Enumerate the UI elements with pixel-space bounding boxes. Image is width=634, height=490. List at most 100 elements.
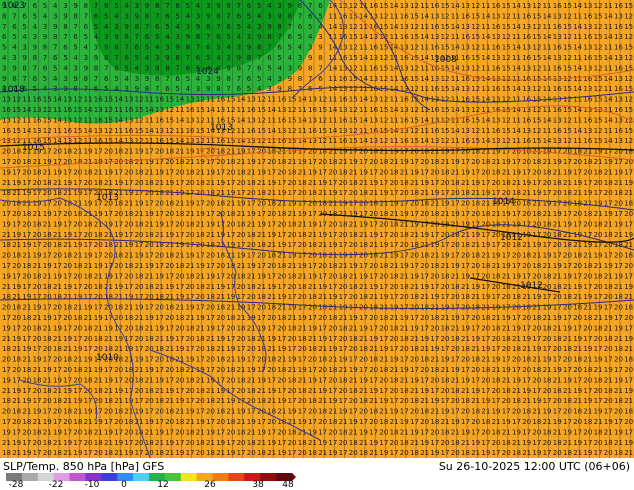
temperature-value: 21 [369, 345, 378, 353]
temperature-value: 6 [94, 12, 99, 20]
temperature-value: 21 [277, 408, 286, 416]
temperature-value: 18 [481, 314, 490, 322]
temperature-value: 18 [216, 408, 225, 416]
temperature-value: 12 [594, 64, 603, 72]
temperature-value: 18 [379, 210, 388, 218]
temperature-value: 18 [553, 179, 562, 187]
temperature-value: 21 [481, 252, 490, 260]
temperature-value: 19 [175, 241, 184, 249]
temperature-value: 18 [369, 252, 378, 260]
temperature-value: 21 [124, 408, 133, 416]
temperature-value: 18 [196, 231, 205, 239]
temperature-value: 19 [492, 356, 501, 364]
temperature-value: 20 [237, 335, 246, 343]
temperature-value: 3 [145, 64, 149, 72]
temperature-value: 19 [206, 220, 215, 228]
temperature-value: 12 [196, 116, 205, 124]
temperature-value: 17 [165, 428, 174, 436]
temperature-value: 16 [2, 106, 11, 114]
temperature-value: 18 [502, 179, 511, 187]
temperature-value: 19 [502, 314, 511, 322]
temperature-value: 18 [420, 252, 429, 260]
temperature-value: 17 [84, 241, 93, 249]
temperature-value: 19 [543, 252, 552, 260]
temperature-value: 5 [257, 2, 261, 10]
temperature-value: 20 [124, 324, 133, 332]
temperature-value: 14 [481, 137, 490, 145]
temperature-value: 18 [492, 376, 501, 384]
temperature-value: 20 [359, 148, 368, 156]
temperature-value: 20 [288, 335, 297, 343]
temperature-value: 17 [94, 252, 103, 260]
temperature-value: 20 [420, 418, 429, 426]
temperature-value: 17 [492, 449, 501, 457]
temperature-value: 9 [206, 85, 210, 93]
temperature-value: 15 [379, 2, 388, 10]
temperature-value: 9 [318, 44, 322, 52]
temperature-value: 9 [84, 64, 88, 72]
temperature-value: 18 [22, 158, 31, 166]
temperature-value: 18 [400, 335, 409, 343]
temperature-value: 20 [12, 366, 21, 374]
temperature-value: 21 [216, 241, 225, 249]
temperature-value: 16 [277, 116, 286, 124]
temperature-value: 20 [451, 397, 460, 405]
temperature-value: 21 [124, 148, 133, 156]
temperature-value: 18 [624, 252, 633, 260]
temperature-value: 17 [420, 168, 429, 176]
temperature-value: 19 [12, 335, 21, 343]
temperature-value: 14 [175, 116, 184, 124]
temperature-value: 4 [298, 44, 303, 52]
temperature-value: 17 [461, 210, 470, 218]
temperature-value: 17 [257, 158, 266, 166]
temperature-value: 19 [522, 439, 531, 447]
temperature-value: 17 [53, 366, 62, 374]
temperature-value: 18 [594, 168, 603, 176]
temperature-value: 16 [492, 85, 501, 93]
temperature-value: 21 [502, 324, 511, 332]
temperature-value: 12 [471, 106, 480, 114]
temperature-value: 12 [288, 127, 297, 135]
temperature-value: 21 [318, 345, 327, 353]
temperature-value: 17 [247, 408, 256, 416]
temperature-value: 21 [410, 439, 419, 447]
temperature-value: 20 [12, 210, 21, 218]
temperature-value: 18 [247, 439, 256, 447]
temperature-value: 8 [114, 44, 118, 52]
temperature-value: 19 [267, 387, 276, 395]
temperature-value: 18 [308, 345, 317, 353]
temperature-value: 21 [94, 324, 103, 332]
temperature-value: 15 [594, 54, 603, 62]
temperature-value: 19 [237, 408, 246, 416]
temperature-value: 17 [73, 283, 82, 291]
temperature-value: 4 [267, 75, 272, 83]
temperature-value: 17 [196, 304, 205, 312]
temperature-value: 13 [461, 127, 470, 135]
scale-tick-label: 38 [252, 480, 263, 490]
temperature-value: 21 [604, 220, 613, 228]
temperature-value: 21 [451, 376, 460, 384]
temperature-value: 19 [573, 439, 582, 447]
temperature-value: 19 [583, 449, 592, 457]
temperature-value: 13 [553, 137, 562, 145]
temperature-value: 17 [359, 418, 368, 426]
temperature-value: 17 [349, 252, 358, 260]
temperature-value: 14 [267, 106, 276, 114]
temperature-value: 5 [165, 23, 169, 31]
temperature-value: 17 [155, 366, 164, 374]
temperature-value: 18 [308, 241, 317, 249]
temperature-value: 17 [583, 179, 592, 187]
temperature-value: 18 [594, 428, 603, 436]
temperature-value: 6 [2, 33, 7, 41]
temperature-value: 17 [124, 231, 133, 239]
temperature-value: 21 [104, 179, 113, 187]
temperature-value: 21 [502, 168, 511, 176]
temperature-value: 20 [420, 366, 429, 374]
temperature-value: 20 [573, 210, 582, 218]
temperature-value: 13 [553, 96, 562, 104]
temperature-value: 21 [155, 231, 164, 239]
temperature-value: 18 [308, 449, 317, 457]
temperature-value: 17 [114, 220, 123, 228]
temperature-value: 21 [532, 252, 541, 260]
temperature-value: 17 [400, 356, 409, 364]
